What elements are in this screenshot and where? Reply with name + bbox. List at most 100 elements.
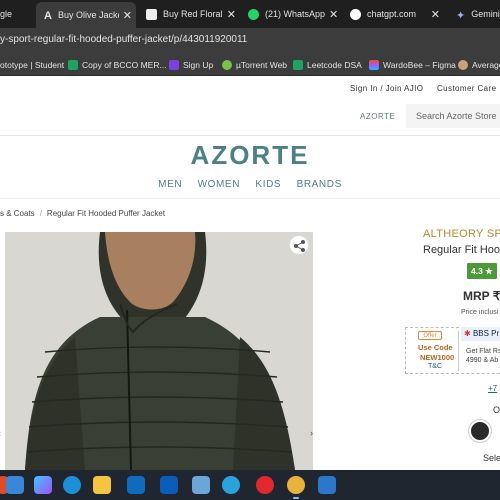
rating-badge[interactable]: 4.3 ★ xyxy=(467,263,497,279)
taskbar xyxy=(0,470,500,500)
file-explorer-icon[interactable] xyxy=(93,476,111,494)
bookmarks-bar: ototype | Student Copy of BCCO MER... Si… xyxy=(0,54,500,76)
offer-divider xyxy=(458,331,459,371)
sheets-icon xyxy=(293,60,303,70)
azorte-store-link[interactable]: AZORTE xyxy=(360,112,395,121)
azorte-icon xyxy=(146,8,157,20)
signin-link[interactable]: Sign In / Join AJIO xyxy=(350,84,423,93)
product-brand[interactable]: ALTHEORY SPO xyxy=(423,228,500,240)
customer-care-link[interactable]: Customer Care xyxy=(437,84,496,93)
nav-kids[interactable]: KIDS xyxy=(255,179,281,190)
jacket-photo xyxy=(5,232,313,470)
color-swatch[interactable] xyxy=(469,420,491,442)
browser-tab-strip: gle A Buy Olive Jacket ✕ Buy Red Floral … xyxy=(0,0,500,28)
bookmark-label: µTorrent Web xyxy=(236,60,288,70)
prev-image-arrow[interactable]: ‹ xyxy=(0,428,1,438)
address-bar[interactable]: y-sport-regular-fit-hooded-puffer-jacket… xyxy=(0,28,500,54)
avatar-icon xyxy=(458,60,468,70)
breadcrumb: s & Coats / Regular Fit Hooded Puffer Jack… xyxy=(0,209,165,218)
vscode-icon[interactable] xyxy=(318,476,336,494)
edge-icon[interactable] xyxy=(63,476,81,494)
bookmark-prototype[interactable]: ototype | Student xyxy=(0,58,64,72)
product-name: Regular Fit Hood xyxy=(423,244,500,256)
header-divider xyxy=(0,135,500,136)
bank-offer-badge: ✱ BBS Pr xyxy=(461,327,500,341)
store-icon[interactable] xyxy=(127,476,145,494)
color-label: O xyxy=(493,405,500,415)
nav-brands[interactable]: BRANDS xyxy=(297,179,342,190)
tab-label: (21) WhatsApp xyxy=(265,9,326,19)
price-inclusive-note: Price inclusi xyxy=(461,309,499,316)
web-page: Sign In / Join AJIO Customer Care AZORTE… xyxy=(0,76,500,470)
bookmark-label: Average xyxy=(472,60,500,70)
opera-icon[interactable] xyxy=(256,476,274,494)
bookmark-bcco[interactable]: Copy of BCCO MER... xyxy=(68,58,167,72)
bookmark-label: WardoBee – Figma xyxy=(383,60,456,70)
close-icon[interactable]: ✕ xyxy=(427,8,444,21)
nav-divider xyxy=(0,198,500,199)
close-icon[interactable]: ✕ xyxy=(223,8,240,21)
tab-chatgpt[interactable]: chatgpt.com ✕ xyxy=(344,3,444,25)
flat-offer-text: Get Flat Rs 4990 & Ab xyxy=(466,347,500,365)
bookmark-label: Leetcode DSA xyxy=(307,60,362,70)
azorte-icon: A xyxy=(44,9,52,22)
mrp-label: MRP ₹ xyxy=(463,289,500,303)
nav-men[interactable]: MEN xyxy=(158,179,182,190)
select-size-label: Sele xyxy=(483,453,500,463)
telegram-icon[interactable] xyxy=(222,476,240,494)
next-image-arrow[interactable]: › xyxy=(310,428,313,438)
share-icon xyxy=(294,240,305,252)
bookmark-utorrent[interactable]: µTorrent Web xyxy=(222,58,287,72)
tab-label: Gemini xyxy=(471,9,500,19)
offer-tag: Offer xyxy=(418,331,442,340)
breadcrumb-item[interactable]: s & Coats xyxy=(0,209,35,218)
tab-buy-olive-jacket[interactable]: A Buy Olive Jacket ✕ xyxy=(36,2,136,28)
close-icon[interactable]: ✕ xyxy=(325,8,342,21)
main-nav: MEN WOMEN KIDS BRANDS xyxy=(0,179,500,190)
coupon-code: NEW1000 xyxy=(420,353,455,362)
tab-label: Buy Red Floral P xyxy=(163,9,223,19)
tab-label: chatgpt.com xyxy=(367,9,417,19)
tab-gemini[interactable]: ✦ Gemini xyxy=(452,3,500,25)
figma-icon xyxy=(369,60,379,70)
bookmark-signup[interactable]: Sign Up xyxy=(169,58,213,72)
azorte-logo[interactable]: AZORTE xyxy=(0,140,500,171)
bank-offer-label: BBS Pr xyxy=(472,329,500,338)
share-button[interactable] xyxy=(289,235,309,255)
tab-whatsapp[interactable]: (21) WhatsApp ✕ xyxy=(242,3,342,25)
search-input[interactable]: Search Azorte Store xyxy=(406,104,500,128)
flag-icon: ✱ xyxy=(464,329,471,338)
more-offers-link[interactable]: +7 xyxy=(488,384,497,393)
chrome-icon[interactable] xyxy=(287,476,305,494)
bookmark-average[interactable]: Average xyxy=(458,58,500,72)
signup-icon xyxy=(169,60,179,70)
chatgpt-icon xyxy=(350,8,361,20)
notepad-icon[interactable] xyxy=(192,476,210,494)
bookmark-label: ototype | Student xyxy=(0,60,65,70)
active-app-indicator xyxy=(293,497,299,499)
outlook-icon[interactable] xyxy=(160,476,178,494)
tnc-link[interactable]: T&C xyxy=(428,363,442,370)
bookmark-label: Sign Up xyxy=(183,60,214,70)
breadcrumb-current: Regular Fit Hooded Puffer Jacket xyxy=(46,209,166,218)
flat-offer-line: Get Flat Rs xyxy=(466,348,500,355)
tab-label: gle xyxy=(0,9,13,19)
bookmark-figma[interactable]: WardoBee – Figma xyxy=(369,58,456,72)
use-code-label: Use Code xyxy=(418,343,453,352)
breadcrumb-separator: / xyxy=(39,209,42,218)
sheets-icon xyxy=(68,60,78,70)
bookmark-leetcode[interactable]: Leetcode DSA xyxy=(293,58,362,72)
search-placeholder: Search Azorte Store xyxy=(416,111,497,121)
url-text[interactable]: y-sport-regular-fit-hooded-puffer-jacket… xyxy=(0,34,247,45)
nav-women[interactable]: WOMEN xyxy=(198,179,240,190)
tab-label: Buy Olive Jacket xyxy=(57,10,119,20)
utorrent-icon xyxy=(222,60,232,70)
close-icon[interactable]: ✕ xyxy=(119,9,136,22)
start-icon[interactable] xyxy=(6,476,24,494)
tab-google[interactable]: gle xyxy=(0,3,34,25)
product-image[interactable] xyxy=(5,232,313,470)
gemini-icon: ✦ xyxy=(456,9,466,22)
copilot-icon[interactable] xyxy=(34,476,52,494)
tab-buy-red-floral[interactable]: Buy Red Floral P ✕ xyxy=(140,3,240,25)
flat-offer-line: 4990 & Ab xyxy=(466,357,499,364)
